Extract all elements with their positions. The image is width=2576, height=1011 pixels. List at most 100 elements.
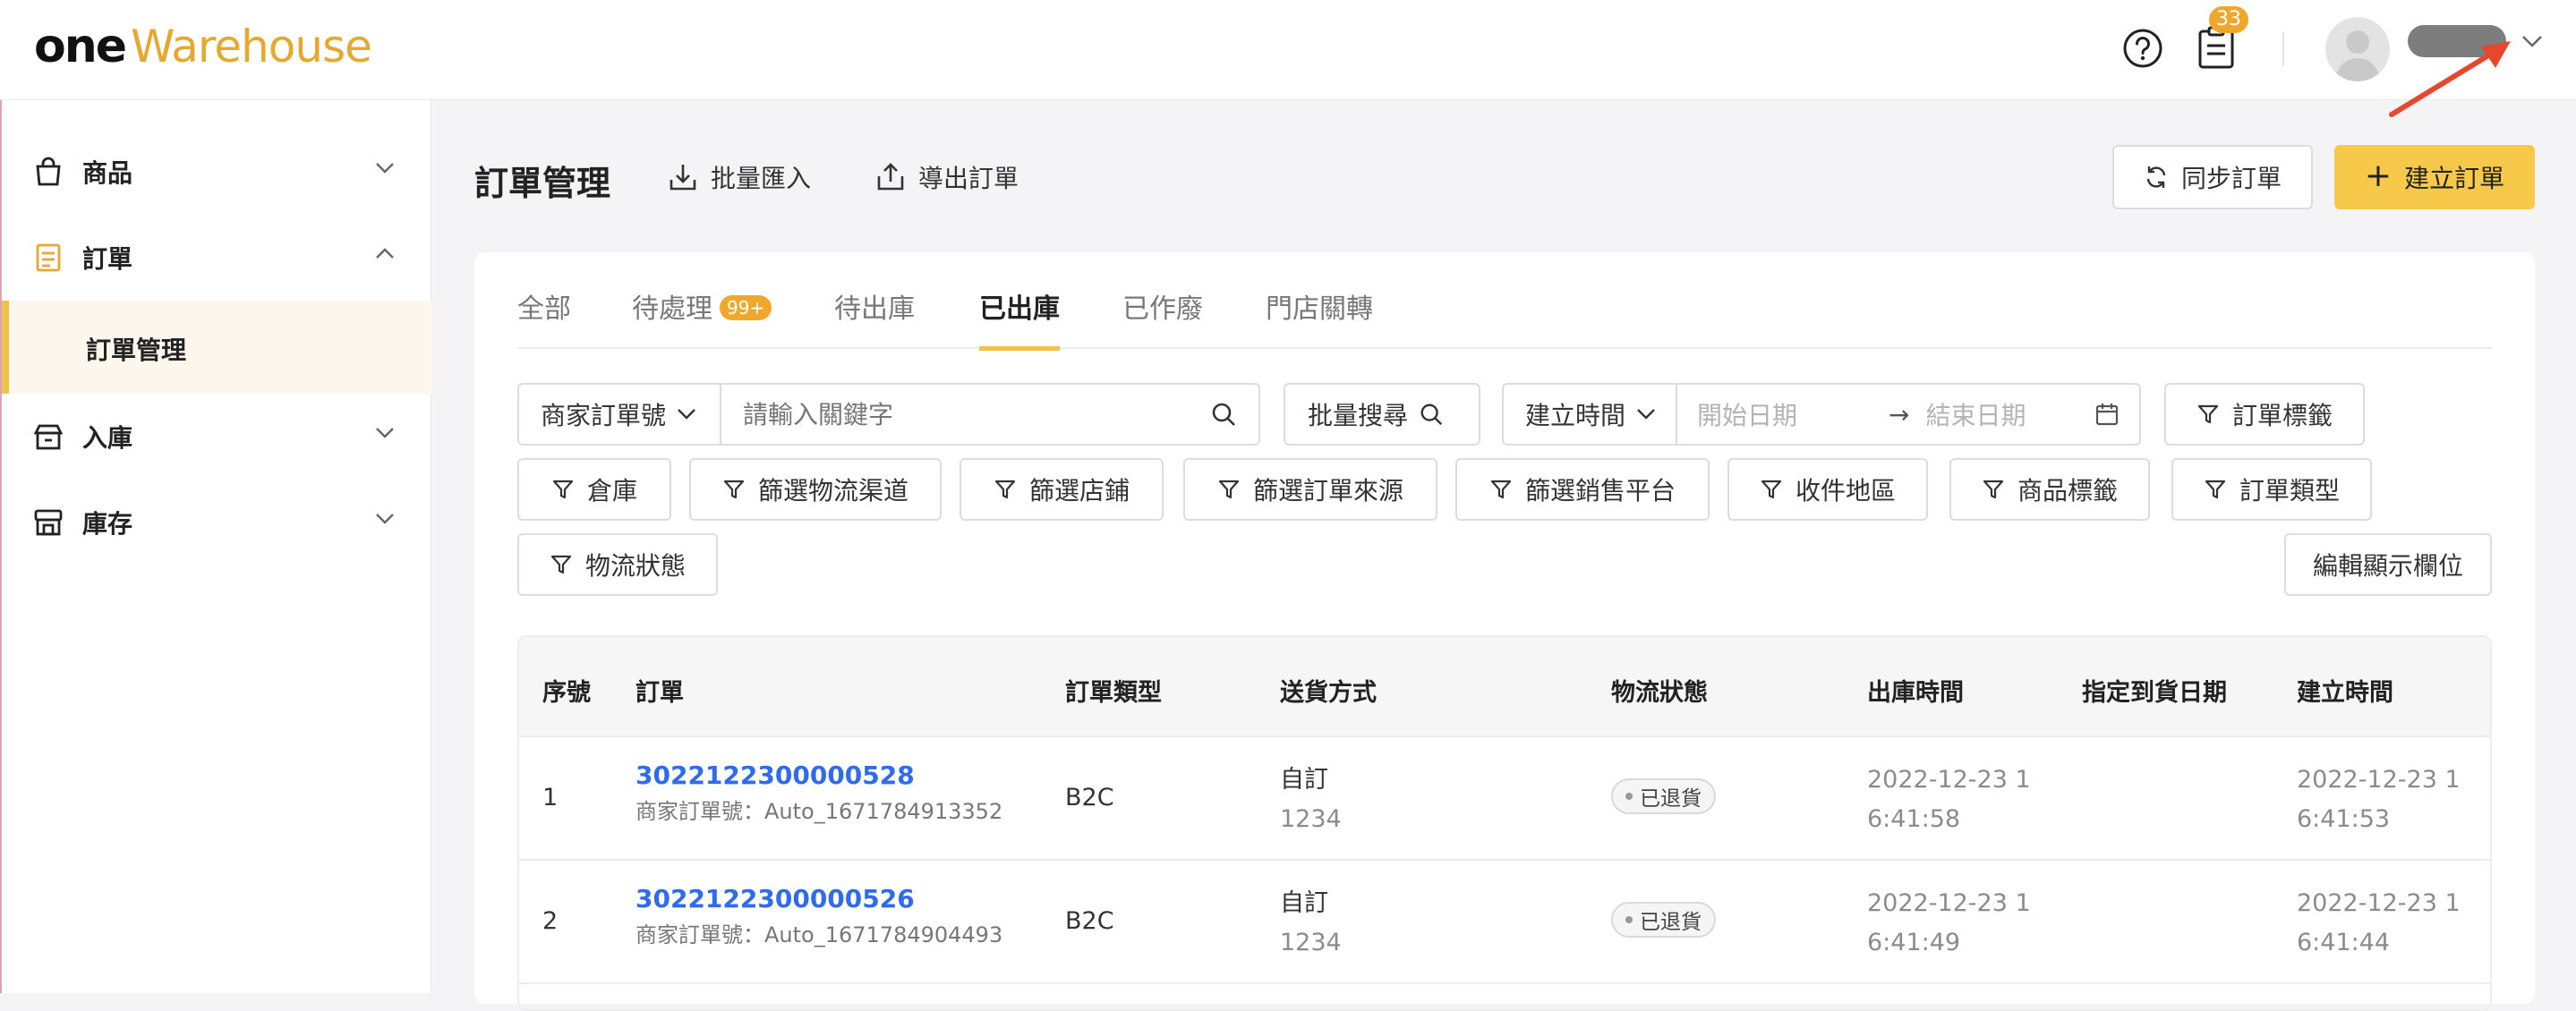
pending-count-badge: 99+ bbox=[720, 295, 772, 320]
page-title: 訂單管理 bbox=[474, 164, 611, 203]
upload-icon bbox=[877, 163, 904, 191]
filter-icon bbox=[994, 480, 1016, 499]
sidebar-item-order-management[interactable]: 訂單管理 bbox=[2, 301, 431, 394]
tab-store-transfer[interactable]: 門店關轉 bbox=[1266, 286, 1373, 349]
column-header: 序號 bbox=[542, 679, 591, 707]
brand-logo-one: one bbox=[34, 20, 127, 73]
search-icon[interactable] bbox=[1210, 401, 1237, 428]
tab-pending[interactable]: 待處理 99+ bbox=[632, 286, 772, 349]
filter-icon bbox=[1490, 480, 1512, 499]
batch-search-button[interactable]: 批量搜尋 bbox=[1284, 383, 1480, 446]
create-order-button[interactable]: + 建立訂單 bbox=[2334, 145, 2535, 209]
column-header: 物流狀態 bbox=[1611, 679, 1708, 707]
export-orders-label: 導出訂單 bbox=[918, 164, 1019, 193]
status-dot-icon bbox=[1625, 916, 1633, 923]
header-divider bbox=[2282, 32, 2284, 66]
delivery-method-detail: 1234 bbox=[1280, 929, 1342, 956]
filter-sales-platform-button[interactable]: 篩選銷售平台 bbox=[1455, 458, 1710, 521]
time-type-select-value: 建立時間 bbox=[1525, 401, 1626, 430]
chevron-down-icon bbox=[376, 514, 394, 524]
outbound-time: 2022-12-23 1 6:41:58 bbox=[1867, 760, 2031, 839]
sidebar-item-products[interactable]: 商品 bbox=[2, 129, 431, 215]
filter-icon bbox=[550, 555, 572, 574]
tab-all[interactable]: 全部 bbox=[517, 286, 571, 349]
filter-button-label: 收件地區 bbox=[1795, 476, 1896, 506]
filter-button-label: 訂單類型 bbox=[2239, 476, 2340, 506]
sidebar-item-inbound[interactable]: 入庫 bbox=[2, 394, 431, 480]
filter-button-label: 倉庫 bbox=[586, 476, 637, 506]
filter-logistics-channel-button[interactable]: 篩選物流渠道 bbox=[689, 458, 942, 521]
order-number-link[interactable]: 3022122300000528 bbox=[635, 760, 1002, 790]
filter-order-tags-button[interactable]: 訂單標籤 bbox=[2164, 383, 2365, 446]
tab-voided[interactable]: 已作廢 bbox=[1122, 286, 1203, 349]
end-date-input[interactable]: 結束日期 bbox=[1925, 396, 2095, 432]
calendar-icon[interactable] bbox=[2094, 402, 2120, 427]
created-time-line2: 6:41:44 bbox=[2297, 929, 2391, 956]
edit-columns-label: 編輯顯示欄位 bbox=[2312, 551, 2463, 581]
order-list-icon bbox=[36, 243, 61, 272]
column-header: 建立時間 bbox=[2297, 679, 2393, 707]
chevron-down-icon bbox=[678, 409, 695, 420]
help-icon[interactable] bbox=[2120, 25, 2166, 72]
column-header: 送貨方式 bbox=[1280, 679, 1377, 707]
filter-icon bbox=[552, 480, 574, 499]
time-type-select[interactable]: 建立時間 bbox=[1504, 385, 1677, 444]
start-date-input[interactable]: 開始日期 bbox=[1697, 396, 1876, 432]
filter-store-button[interactable]: 篩選店鋪 bbox=[960, 458, 1164, 521]
tab-label: 全部 bbox=[517, 293, 571, 325]
status-badge-label: 已退貨 bbox=[1640, 787, 1702, 811]
edit-columns-button[interactable]: 編輯顯示欄位 bbox=[2284, 533, 2492, 596]
filter-button-label: 篩選店鋪 bbox=[1028, 476, 1130, 506]
table-row[interactable]: 1 3022122300000528 商家訂單號：Auto_1671784913… bbox=[519, 737, 2490, 861]
sidebar-item-label: 庫存 bbox=[82, 509, 133, 539]
tab-awaiting-outbound[interactable]: 待出庫 bbox=[834, 286, 915, 349]
status-badge: 已退貨 bbox=[1611, 902, 1716, 938]
brand-logo[interactable]: one Warehouse bbox=[34, 20, 372, 73]
notification-badge: 33 bbox=[2209, 6, 2248, 33]
column-header: 出庫時間 bbox=[1867, 679, 1964, 707]
order-number-link[interactable]: 3022122300000526 bbox=[635, 884, 1002, 913]
created-time-line1: 2022-12-23 1 bbox=[2297, 889, 2461, 917]
created-time-line2: 6:41:53 bbox=[2297, 805, 2391, 833]
filter-warehouse-button[interactable]: 倉庫 bbox=[517, 458, 671, 521]
order-cell: 3022122300000526 商家訂單號：Auto_167178490449… bbox=[635, 884, 1002, 948]
filter-order-type-button[interactable]: 訂單類型 bbox=[2171, 458, 2372, 521]
sync-icon bbox=[2146, 166, 2166, 188]
chevron-up-icon bbox=[376, 248, 394, 259]
sidebar-item-orders[interactable]: 訂單 bbox=[2, 215, 431, 301]
filter-button-label: 篩選物流渠道 bbox=[757, 476, 908, 506]
filter-product-tags-button[interactable]: 商品標籤 bbox=[1949, 458, 2150, 521]
export-orders-button[interactable]: 導出訂單 bbox=[875, 157, 1019, 197]
order-type: B2C bbox=[1065, 907, 1114, 935]
filter-icon bbox=[1218, 480, 1240, 499]
created-time: 2022-12-23 1 6:41:53 bbox=[2297, 760, 2461, 839]
search-input[interactable] bbox=[741, 398, 1207, 430]
sidebar-item-label: 訂單 bbox=[82, 244, 133, 274]
filter-logistics-status-button[interactable]: 物流狀態 bbox=[517, 533, 718, 596]
sidebar-item-inventory[interactable]: 庫存 bbox=[2, 480, 431, 565]
sync-orders-button[interactable]: 同步訂單 bbox=[2112, 145, 2313, 209]
table-header: 序號 訂單 訂單類型 送貨方式 物流狀態 出庫時間 指定到貨日期 建立時間 bbox=[519, 637, 2490, 737]
arrow-right-icon: → bbox=[1889, 399, 1910, 429]
tab-shipped[interactable]: 已出庫 bbox=[979, 286, 1060, 351]
sync-orders-label: 同步訂單 bbox=[2180, 164, 2282, 193]
brand-logo-warehouse: Warehouse bbox=[131, 21, 372, 72]
delivery-method-detail: 1234 bbox=[1280, 805, 1342, 833]
sidebar-item-label: 商品 bbox=[82, 158, 133, 188]
search-field-select[interactable]: 商家訂單號 bbox=[519, 385, 721, 444]
filter-order-source-button[interactable]: 篩選訂單來源 bbox=[1183, 458, 1437, 521]
tab-label: 待出庫 bbox=[834, 293, 915, 325]
created-time-line1: 2022-12-23 1 bbox=[2297, 766, 2461, 794]
filter-recipient-region-button[interactable]: 收件地區 bbox=[1727, 458, 1928, 521]
keyword-search-group: 商家訂單號 bbox=[517, 383, 1260, 446]
order-type: B2C bbox=[1065, 784, 1114, 811]
create-order-label: 建立訂單 bbox=[2404, 164, 2505, 193]
column-header: 訂單 bbox=[635, 679, 684, 707]
orders-card: 全部 待處理 99+ 待出庫 已出庫 已作廢 門店關轉 商家訂單號 批量搜尋 建立… bbox=[474, 252, 2535, 1011]
status-tabs: 全部 待處理 99+ 待出庫 已出庫 已作廢 門店關轉 bbox=[517, 252, 2492, 351]
filter-icon bbox=[1983, 480, 2004, 499]
delivery-method-name: 自訂 bbox=[1280, 889, 1328, 917]
table-row[interactable]: 2 3022122300000526 商家訂單號：Auto_1671784904… bbox=[519, 861, 2490, 984]
filter-icon bbox=[723, 480, 745, 499]
batch-import-button[interactable]: 批量匯入 bbox=[668, 157, 811, 197]
